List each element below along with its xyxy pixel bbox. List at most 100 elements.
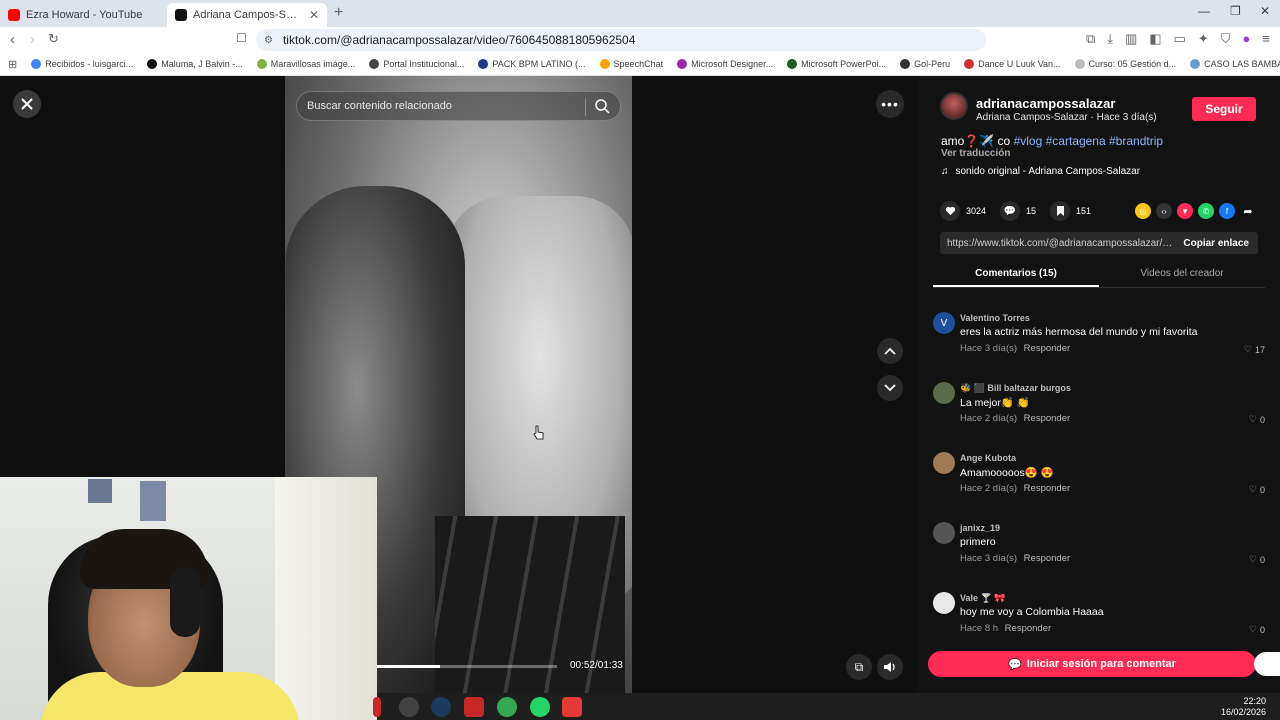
coin-share-icon[interactable]: ◎ xyxy=(1135,203,1151,219)
commenter-avatar[interactable] xyxy=(933,452,955,474)
ai-icon[interactable]: ✦ xyxy=(1198,31,1209,47)
bookmark-item[interactable]: Recibidos - luisgarci... xyxy=(31,59,133,69)
author-username[interactable]: adrianacampossalazar xyxy=(976,96,1115,111)
see-translation-link[interactable]: Ver traducción xyxy=(941,148,1010,159)
search-icon[interactable] xyxy=(594,98,610,114)
reload-icon[interactable]: ↻ xyxy=(48,31,59,47)
bookmark-item[interactable]: Portal Institucional... xyxy=(369,59,464,69)
comment-like-count: 17 xyxy=(1254,344,1265,355)
reply-button[interactable]: Responder xyxy=(1024,343,1070,354)
comment-like-count: 0 xyxy=(1259,624,1265,635)
embed-icon[interactable]: ‹› xyxy=(1156,203,1172,219)
taskbar-app-icon[interactable] xyxy=(373,697,381,717)
login-to-comment-button[interactable]: 💬 Iniciar sesión para comentar xyxy=(928,651,1256,677)
sound-link[interactable]: ♫ sonido original - Adriana Campos-Salaz… xyxy=(941,166,1140,177)
facebook-icon[interactable]: f xyxy=(1219,203,1235,219)
share-more-icon[interactable]: ➦ xyxy=(1240,203,1256,219)
bookmark-item[interactable]: Curso: 05 Gestión d... xyxy=(1074,59,1176,69)
tab-creator-videos[interactable]: Videos del creador xyxy=(1099,264,1265,287)
chevron-down-icon xyxy=(884,384,896,392)
extensions-icon[interactable]: ⧉ xyxy=(1086,31,1095,47)
reply-button[interactable]: Responder xyxy=(1005,623,1051,634)
tab-comments[interactable]: Comentarios (15) xyxy=(933,264,1099,287)
volume-button[interactable] xyxy=(877,654,903,680)
comment-button[interactable]: 💬 xyxy=(1000,201,1021,221)
site-info-icon[interactable]: ⚙ xyxy=(264,35,273,46)
chrome-icon[interactable] xyxy=(497,697,517,717)
hashtag-link[interactable]: #cartagena xyxy=(1046,134,1106,148)
bookmark-item[interactable]: SpeechChat xyxy=(599,59,663,69)
bookmark-icon[interactable]: ☐ xyxy=(236,31,247,45)
comment-like-button[interactable]: ♡ 0 xyxy=(1249,414,1265,425)
commenter-name[interactable]: Ange Kubota xyxy=(960,453,1016,463)
bookmark-item[interactable]: Maravillosas imáge... xyxy=(256,59,355,69)
related-search-input[interactable]: Buscar contenido relacionado xyxy=(296,91,621,121)
next-video-button[interactable] xyxy=(877,375,903,401)
comment-like-button[interactable]: ♡ 17 xyxy=(1244,344,1265,355)
send-to-friend-icon[interactable]: ▼ xyxy=(1177,203,1193,219)
minimize-icon[interactable]: — xyxy=(1198,4,1210,18)
commenter-name[interactable]: Vale 🍸 🎀 xyxy=(960,593,1005,604)
comment-like-button[interactable]: ♡ 0 xyxy=(1249,624,1265,635)
tab-tiktok[interactable]: Adriana Campos-Salazar (@a ✕ xyxy=(167,3,327,27)
comment-like-button[interactable]: ♡ 0 xyxy=(1249,554,1265,565)
save-button[interactable] xyxy=(1050,201,1071,221)
bookmark-item[interactable]: CASO LAS BAMBAS... xyxy=(1190,59,1280,69)
reply-button[interactable]: Responder xyxy=(1024,553,1070,564)
forward-icon[interactable]: › xyxy=(30,31,35,48)
previous-video-button[interactable] xyxy=(877,338,903,364)
menu-icon[interactable]: ≡ xyxy=(1262,31,1270,47)
taskbar-app-icon[interactable] xyxy=(399,697,419,717)
copy-link-button[interactable]: Copiar enlace xyxy=(1174,238,1258,249)
floating-extension-button[interactable] xyxy=(1254,652,1280,676)
comment-like-button[interactable]: ♡ 0 xyxy=(1249,484,1265,495)
bookmark-item[interactable]: PACK BPM LATINO (... xyxy=(478,59,586,69)
close-tab-icon[interactable]: ✕ xyxy=(309,8,319,22)
taskbar-app-icon[interactable] xyxy=(562,697,582,717)
library-icon[interactable]: ▥ xyxy=(1125,31,1137,47)
commenter-name[interactable]: 🐝 ⬛ Bill baltazar burgos xyxy=(960,383,1071,394)
webcam-background xyxy=(88,479,112,503)
commenter-avatar[interactable] xyxy=(933,522,955,544)
profile-icon[interactable]: ● xyxy=(1243,31,1251,47)
vpn-icon[interactable]: ⛉ xyxy=(1221,31,1231,47)
bookmark-item[interactable]: Maluma, J Balvin -... xyxy=(147,59,243,69)
tab-youtube[interactable]: Ezra Howard - YouTube xyxy=(0,3,165,27)
downloads-icon[interactable]: ⤓ xyxy=(1107,31,1113,47)
sidebar-icon[interactable]: ◧ xyxy=(1149,31,1161,47)
restore-icon[interactable]: ❐ xyxy=(1230,4,1241,18)
comment-text: hoy me voy a Colombia Haaaa xyxy=(960,606,1104,618)
new-tab-button[interactable]: + xyxy=(334,4,343,22)
floating-player-button[interactable]: ⧉ xyxy=(846,654,872,680)
like-button[interactable] xyxy=(940,201,960,221)
commenter-name[interactable]: janixz_19 xyxy=(960,523,1000,533)
bookmark-item[interactable]: Microsoft Designer... xyxy=(677,59,773,69)
wallet-icon[interactable]: ▭ xyxy=(1174,31,1186,47)
commenter-avatar[interactable] xyxy=(933,592,955,614)
more-options-button[interactable]: ••• xyxy=(876,90,904,118)
whatsapp-icon[interactable]: ✆ xyxy=(1198,203,1214,219)
follow-button[interactable]: Seguir xyxy=(1192,97,1256,121)
author-avatar[interactable] xyxy=(940,92,968,120)
window-close-icon[interactable]: ✕ xyxy=(1260,4,1270,18)
steam-icon[interactable] xyxy=(431,697,451,717)
reply-button[interactable]: Responder xyxy=(1024,483,1070,494)
hashtag-link[interactable]: #brandtrip xyxy=(1109,134,1163,148)
reply-button[interactable]: Responder xyxy=(1024,413,1070,424)
bookmark-item[interactable]: Gol-Peru xyxy=(900,59,950,69)
bookmark-item[interactable]: Microsoft PowerPoi... xyxy=(787,59,886,69)
commenter-avatar[interactable] xyxy=(933,382,955,404)
video-link-url[interactable]: https://www.tiktok.com/@adrianacampossal… xyxy=(940,238,1174,249)
hashtag-link[interactable]: #vlog xyxy=(1014,134,1043,148)
bookmark-item[interactable]: Dance U Luuk Van... xyxy=(964,59,1061,69)
whatsapp-icon[interactable] xyxy=(530,697,550,717)
apps-icon[interactable]: ⊞ xyxy=(8,58,17,71)
commenter-avatar[interactable]: V xyxy=(933,312,955,334)
taskbar-app-icon[interactable] xyxy=(464,697,484,717)
address-bar[interactable]: ⚙ tiktok.com/@adrianacampossalazar/video… xyxy=(256,29,986,51)
video-progress-bar[interactable] xyxy=(377,665,557,668)
system-clock[interactable]: 22:20 16/02/2026 xyxy=(1221,696,1266,718)
back-icon[interactable]: ‹ xyxy=(10,31,15,48)
close-viewer-button[interactable] xyxy=(13,90,41,118)
commenter-name[interactable]: Valentino Torres xyxy=(960,313,1030,323)
